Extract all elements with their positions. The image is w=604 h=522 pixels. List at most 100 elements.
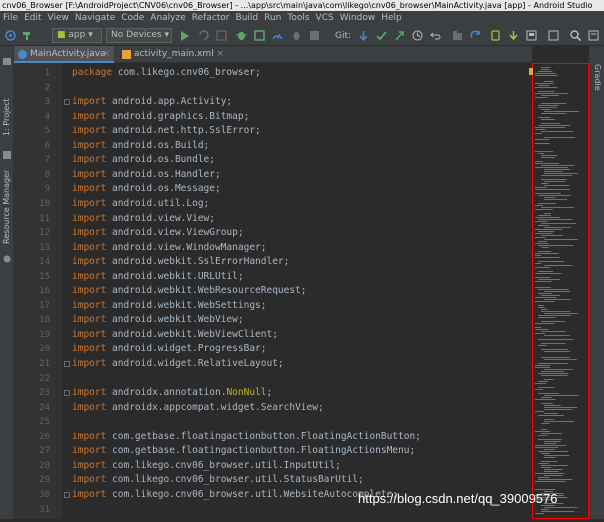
hammer-icon[interactable]	[20, 28, 34, 43]
minimap-line	[541, 465, 569, 466]
menu-view[interactable]: View	[45, 13, 72, 23]
menu-help[interactable]: Help	[378, 13, 405, 23]
line-number: 15	[39, 271, 50, 282]
code-keyword: import	[72, 270, 113, 282]
code-keyword: import	[72, 474, 113, 486]
minimap-line	[535, 333, 546, 334]
minimap-line	[538, 219, 573, 220]
code-text: android.webkit.WebView;	[112, 314, 244, 326]
close-icon[interactable]: ×	[216, 46, 224, 63]
tab-mainactivity[interactable]: MainActivity.java ×	[14, 46, 114, 63]
device-select[interactable]: No Devices ▾	[106, 28, 172, 43]
rollback-icon[interactable]	[428, 28, 442, 43]
minimap-line	[544, 265, 573, 266]
menu-window[interactable]: Window	[337, 13, 379, 23]
menu-tools[interactable]: Tools	[284, 13, 312, 23]
minimap-line	[538, 245, 574, 246]
minimap-line	[544, 471, 559, 472]
chevron-down-icon: ▾	[88, 30, 93, 40]
code-keyword: import	[72, 227, 113, 239]
code-minimap[interactable]	[532, 63, 589, 519]
run-coverage-icon[interactable]	[252, 28, 266, 43]
sdk-manager-icon[interactable]	[506, 28, 520, 43]
minimap-line	[544, 335, 570, 336]
code-editor[interactable]: package com.likego.cnv06_browser; import …	[62, 63, 532, 519]
attach-debugger-icon[interactable]	[289, 28, 303, 43]
search-icon[interactable]	[568, 28, 582, 43]
git-update-icon[interactable]	[356, 28, 370, 43]
minimap-line	[541, 509, 549, 510]
code-line: import android.os.Bundle;	[72, 153, 215, 167]
minimap-line	[535, 281, 552, 282]
avd-manager-icon[interactable]	[488, 28, 502, 43]
fold-marker[interactable]	[64, 390, 70, 397]
menu-code[interactable]: Code	[118, 13, 147, 23]
notifications-icon[interactable]	[586, 28, 600, 43]
minimap-line	[535, 93, 568, 94]
fold-marker[interactable]	[64, 99, 70, 106]
tab-activity-main[interactable]: activity_main.xml ×	[118, 46, 228, 63]
code-keyword: import	[72, 387, 113, 399]
gradle-toolbar-icon[interactable]	[546, 28, 560, 43]
fold-marker[interactable]	[64, 361, 70, 367]
sync-gradle-icon[interactable]	[468, 28, 482, 43]
minimap-line	[538, 153, 545, 154]
minimap-line	[544, 369, 573, 370]
minimap-line	[535, 237, 546, 238]
line-number: 21	[39, 359, 50, 369]
menu-navigate[interactable]: Navigate	[72, 13, 118, 23]
git-push-icon[interactable]	[392, 28, 406, 43]
code-line: import android.view.View;	[72, 212, 215, 226]
resource-manager-tool-button[interactable]: Resource Manager	[2, 170, 11, 244]
git-commit-icon[interactable]	[374, 28, 388, 43]
menu-build[interactable]: Build	[233, 13, 262, 23]
minimap-line	[541, 343, 566, 344]
run-icon[interactable]	[178, 28, 190, 43]
code-text: android.view.View;	[112, 212, 215, 224]
project-tool-button[interactable]: 1: Project	[2, 98, 11, 136]
module-select[interactable]: ■ app ▾	[52, 28, 102, 43]
code-keyword: import	[72, 328, 113, 340]
code-line: import android.net.http.SslError;	[72, 124, 261, 138]
menu-file[interactable]: File	[0, 13, 21, 23]
code-keyword: import	[72, 430, 113, 442]
layout-inspector-icon[interactable]	[524, 28, 538, 43]
code-keyword: import	[72, 197, 113, 209]
line-number: 30	[39, 489, 50, 500]
apply-code-changes-icon[interactable]	[214, 28, 228, 43]
fold-marker[interactable]	[64, 491, 70, 498]
minimap-line	[541, 165, 575, 166]
minimap-line	[538, 387, 555, 388]
minimap-line	[541, 357, 570, 358]
stop-icon[interactable]	[307, 28, 321, 43]
gradle-tool-button[interactable]: Gradle	[593, 64, 602, 91]
code-keyword: import	[72, 125, 113, 137]
menu-analyze[interactable]: Analyze	[147, 13, 188, 23]
minimap-line	[541, 349, 568, 350]
debug-icon[interactable]	[234, 28, 248, 43]
minimap-line	[538, 225, 549, 226]
minimap-line	[535, 163, 560, 164]
minimap-line	[544, 199, 568, 200]
minimap-line	[535, 297, 556, 298]
history-icon[interactable]	[410, 28, 424, 43]
menu-vcs[interactable]: VCS	[313, 13, 337, 23]
menu-refactor[interactable]: Refactor	[189, 13, 233, 23]
apply-changes-icon[interactable]	[196, 28, 210, 43]
minimap-line	[541, 109, 551, 110]
code-line: import androidx.annotation.NonNull;	[72, 386, 272, 400]
close-icon[interactable]: ×	[102, 46, 110, 63]
android-icon[interactable]	[3, 28, 17, 43]
menu-edit[interactable]: Edit	[21, 13, 44, 23]
code-line: import android.webkit.WebSettings;	[72, 299, 266, 313]
menu-run[interactable]: Run	[261, 13, 284, 23]
project-structure-icon[interactable]	[450, 28, 464, 43]
minimap-line	[535, 167, 568, 168]
profile-icon[interactable]	[270, 28, 284, 43]
code-line: import android.util.Log;	[72, 197, 209, 211]
tab-label: MainActivity.java	[30, 49, 106, 59]
warning-marker[interactable]	[529, 68, 533, 75]
window-title: cnv06_Browser [F:\AndroidProject\CNV06\c…	[0, 0, 604, 11]
line-number: 26	[39, 431, 50, 442]
code-text: com.likego.cnv06_browser.util.WebsiteAut…	[112, 488, 399, 500]
